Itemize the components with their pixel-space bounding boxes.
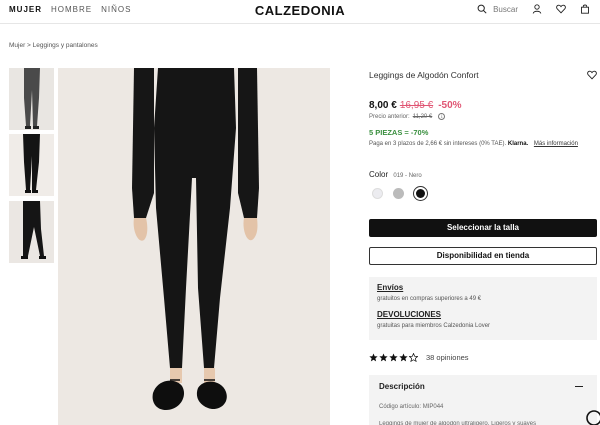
color-swatch-white[interactable] xyxy=(372,188,383,199)
color-swatch-grey[interactable] xyxy=(393,188,404,199)
nav-item-ninos[interactable]: NIÑOS xyxy=(101,5,131,14)
thumbnail-2-image xyxy=(9,134,54,196)
color-row: Color 019 - Nero xyxy=(369,170,422,179)
breadcrumb[interactable]: Mujer > Leggings y pantalones xyxy=(9,42,98,49)
article-code: Código artículo: MIP044 xyxy=(379,404,444,410)
nav-item-hombre[interactable]: HOMBRE xyxy=(51,5,92,14)
rating-row[interactable]: 38 opiniones xyxy=(369,353,469,362)
model-legs-photo xyxy=(58,68,330,425)
search-icon xyxy=(477,4,487,14)
info-icon[interactable]: i xyxy=(438,113,446,120)
description-text: Leggings de mujer de algodón ultraligero… xyxy=(379,421,537,425)
shipping-link[interactable]: Envíos xyxy=(377,283,597,292)
reviews-count[interactable]: 38 opiniones xyxy=(426,353,469,362)
store-availability-button[interactable]: Disponibilidad en tienda xyxy=(369,247,597,265)
description-accordion[interactable]: Descripción Código artículo: MIP044 Legg… xyxy=(369,375,597,425)
returns-link[interactable]: DEVOLUCIONES xyxy=(377,310,597,319)
current-price: 8,00 € xyxy=(369,100,397,111)
chat-icon[interactable] xyxy=(585,409,600,425)
star-empty-icon xyxy=(409,353,418,362)
heart-icon[interactable] xyxy=(556,4,566,14)
select-size-button[interactable]: Seleccionar la talla xyxy=(369,219,597,237)
bag-icon[interactable] xyxy=(580,4,590,14)
site-header: MUJER HOMBRE NIÑOS CALZEDONIA Buscar xyxy=(0,0,600,24)
klarna-row: Paga en 3 plazos de 2,66 € sin intereses… xyxy=(369,141,578,147)
previous-price-row: Precio anterior: 11,20 € i xyxy=(369,113,446,120)
price-row: 8,00 € 16,95 € -50% xyxy=(369,100,462,111)
klarna-more-link[interactable]: Más información xyxy=(534,141,578,147)
user-icon[interactable] xyxy=(532,4,542,14)
star-filled-icon xyxy=(379,353,388,362)
star-filled-icon xyxy=(369,353,378,362)
main-product-image[interactable] xyxy=(58,68,330,425)
search-box[interactable]: Buscar xyxy=(477,4,518,14)
collapse-minus-icon[interactable] xyxy=(575,386,583,387)
discount-badge: -50% xyxy=(438,100,462,111)
stars xyxy=(369,353,418,362)
returns-text: gratuitas para miembros Calzedonia Lover xyxy=(377,323,491,329)
thumbnail-3[interactable] xyxy=(9,201,54,263)
main-nav: MUJER HOMBRE NIÑOS xyxy=(9,5,131,14)
color-swatch-black-selected[interactable] xyxy=(413,186,428,201)
thumbnail-1[interactable] xyxy=(9,68,54,130)
shipping-returns-box: Envíos gratuitos en compras superiores a… xyxy=(369,277,597,340)
klarna-logo: Klarna. xyxy=(507,141,529,147)
search-label: Buscar xyxy=(493,4,518,14)
star-filled-icon xyxy=(399,353,408,362)
nav-item-mujer[interactable]: MUJER xyxy=(9,5,42,14)
promo-text: 5 PIEZAS = -70% xyxy=(369,128,429,137)
thumbnail-2[interactable] xyxy=(9,134,54,196)
previous-price-value: 11,20 € xyxy=(412,113,433,120)
wishlist-heart-icon[interactable] xyxy=(587,70,597,80)
old-price: 16,95 € xyxy=(399,100,434,111)
thumbnail-3-image xyxy=(9,201,54,263)
color-label: Color xyxy=(369,170,389,179)
product-title: Leggings de Algodón Confort xyxy=(369,70,479,80)
klarna-text: Paga en 3 plazos de 2,66 € sin intereses… xyxy=(369,141,507,147)
thumbnail-1-image xyxy=(9,68,54,130)
header-actions: Buscar xyxy=(477,4,590,14)
shipping-text: gratuitos en compras superiores a 49 € xyxy=(377,296,482,302)
previous-price-label: Precio anterior: xyxy=(369,113,410,120)
color-value: 019 - Nero xyxy=(393,173,422,179)
star-filled-icon xyxy=(389,353,398,362)
description-header: Descripción xyxy=(379,382,425,391)
